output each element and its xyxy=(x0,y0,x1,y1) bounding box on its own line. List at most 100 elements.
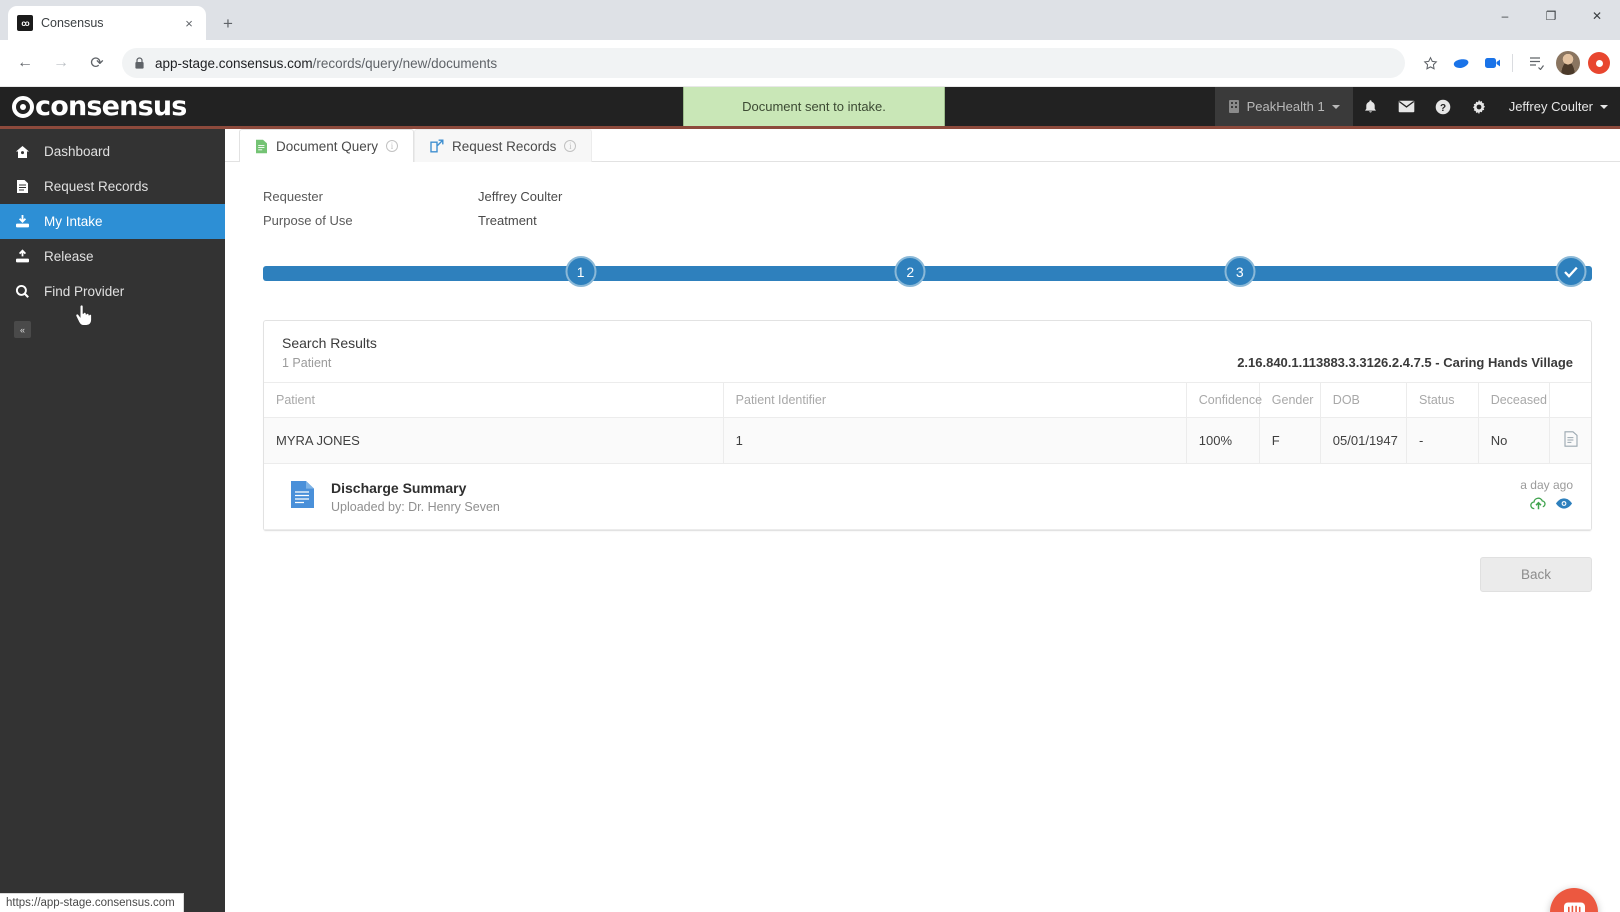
meta-label: Requester xyxy=(263,188,323,204)
intercom-chat-button[interactable] xyxy=(1550,888,1598,912)
envelope-icon[interactable] xyxy=(1389,87,1425,126)
org-switcher[interactable]: PeakHealth 1 xyxy=(1214,87,1353,126)
document-actions xyxy=(1520,497,1573,515)
close-icon[interactable]: × xyxy=(181,15,197,31)
address-bar[interactable]: app-stage.consensus.com/records/query/ne… xyxy=(122,48,1405,78)
meta-label: Purpose of Use xyxy=(263,212,353,228)
organization-oid: 2.16.840.1.113883.3.3126.2.4.7.5 - Carin… xyxy=(1237,355,1573,370)
cell-deceased: No xyxy=(1477,417,1550,464)
app-logo[interactable]: consensus xyxy=(0,91,187,122)
cell-status: - xyxy=(1406,417,1479,464)
chevron-down-icon xyxy=(1331,104,1340,109)
url-text: app-stage.consensus.com/records/query/ne… xyxy=(155,55,498,71)
app-body: Dashboard Request Records My Intake Rele… xyxy=(0,129,1620,912)
toolbar-divider xyxy=(1512,54,1513,72)
sidebar-item-request-records[interactable]: Request Records xyxy=(0,169,225,204)
column-header-patient[interactable]: Patient xyxy=(264,382,724,418)
sidebar-item-label: Dashboard xyxy=(44,144,111,159)
table-header-row: Patient Patient Identifier Confidence Ge… xyxy=(264,382,1591,418)
cell-actions[interactable] xyxy=(1549,417,1591,464)
document-name: Discharge Summary xyxy=(331,479,467,496)
results-table: Patient Patient Identifier Confidence Ge… xyxy=(264,382,1591,464)
info-icon[interactable]: i xyxy=(386,140,399,152)
cloud-upload-icon[interactable] xyxy=(1530,497,1547,515)
tab-request-records[interactable]: Request Records i xyxy=(414,129,593,162)
eye-icon[interactable] xyxy=(1555,497,1573,515)
svg-text:?: ? xyxy=(1440,102,1446,113)
document-icon xyxy=(14,179,31,194)
app-logo-text: consensus xyxy=(35,91,187,122)
new-tab-button[interactable]: + xyxy=(214,9,242,37)
progress-step-3[interactable]: 3 xyxy=(1224,256,1256,287)
document-row[interactable]: Discharge Summary Uploaded by: Dr. Henry… xyxy=(264,464,1591,530)
bell-icon[interactable] xyxy=(1353,87,1389,126)
toast-notification: Document sent to intake. xyxy=(683,87,945,126)
sidebar-collapse-button[interactable]: « xyxy=(14,321,31,338)
meta-row-requester: Requester Jeffrey Coulter xyxy=(263,184,1620,208)
green-document-icon xyxy=(256,139,267,153)
table-row[interactable]: MYRA JONES 1 100% F 05/01/1947 - No xyxy=(264,417,1591,464)
extension-pen-icon[interactable] xyxy=(1447,49,1475,77)
column-header-status[interactable]: Status xyxy=(1406,382,1479,418)
cell-patient-identifier: 1 xyxy=(722,417,1187,464)
back-button[interactable]: Back xyxy=(1479,557,1592,592)
tab-document-query[interactable]: Document Query i xyxy=(239,129,415,162)
inbox-download-icon xyxy=(14,214,31,229)
profile-avatar[interactable] xyxy=(1556,51,1580,75)
external-link-icon xyxy=(430,139,444,153)
tab-label: Request Records xyxy=(452,138,557,154)
cell-gender: F xyxy=(1258,417,1321,464)
forward-icon[interactable]: → xyxy=(46,48,76,78)
column-header-patient-identifier[interactable]: Patient Identifier xyxy=(722,382,1187,418)
request-meta: Requester Jeffrey Coulter Purpose of Use… xyxy=(225,162,1620,232)
chevron-down-icon xyxy=(1600,104,1608,109)
search-results-header: Search Results 1 Patient 2.16.840.1.1138… xyxy=(264,321,1591,382)
intercom-chat-icon xyxy=(1563,902,1585,912)
back-icon[interactable]: ← xyxy=(10,48,40,78)
user-menu[interactable]: Jeffrey Coulter xyxy=(1497,99,1608,114)
video-camera-icon[interactable] xyxy=(1478,49,1506,77)
minimize-icon[interactable]: – xyxy=(1482,0,1528,32)
progress-step-1[interactable]: 1 xyxy=(565,256,597,287)
reading-list-icon[interactable] xyxy=(1522,49,1550,77)
browser-tab[interactable]: co Consensus × xyxy=(8,6,206,40)
window-controls: – ❐ ✕ xyxy=(1482,0,1620,32)
column-header-dob[interactable]: DOB xyxy=(1319,382,1407,418)
meta-value: Treatment xyxy=(478,212,537,228)
sidebar: Dashboard Request Records My Intake Rele… xyxy=(0,129,225,912)
progress-step-2[interactable]: 2 xyxy=(894,256,926,287)
blue-document-icon xyxy=(290,480,315,514)
tab-label: Document Query xyxy=(276,138,379,154)
column-header-confidence[interactable]: Confidence xyxy=(1185,382,1262,418)
gear-icon[interactable] xyxy=(1461,87,1497,126)
help-circle-icon[interactable]: ? xyxy=(1425,87,1461,126)
maximize-icon[interactable]: ❐ xyxy=(1528,0,1574,32)
reload-icon[interactable]: ⟳ xyxy=(82,48,112,78)
sidebar-item-label: Release xyxy=(44,249,94,264)
sidebar-item-dashboard[interactable]: Dashboard xyxy=(0,134,225,169)
document-meta: a day ago xyxy=(1520,478,1573,515)
progress-bar-track xyxy=(263,266,1592,281)
sidebar-item-label: My Intake xyxy=(44,214,103,229)
search-results-card: Search Results 1 Patient 2.16.840.1.1138… xyxy=(263,320,1592,531)
content-tabs: Document Query i Request Records i xyxy=(225,129,1620,162)
sidebar-item-label: Request Records xyxy=(44,179,149,194)
sidebar-item-label: Find Provider xyxy=(44,284,125,299)
footer-actions: Back xyxy=(225,557,1592,592)
cell-confidence: 100% xyxy=(1185,417,1260,464)
sidebar-item-release[interactable]: Release xyxy=(0,239,225,274)
browser-tab-bar: co Consensus × + – ❐ ✕ xyxy=(0,0,1620,40)
progress-step-complete[interactable] xyxy=(1555,256,1587,287)
logo-mark-icon xyxy=(12,95,34,118)
column-header-gender[interactable]: Gender xyxy=(1258,382,1321,418)
app-header: consensus Document sent to intake. PeakH… xyxy=(0,87,1620,129)
info-icon[interactable]: i xyxy=(564,140,577,152)
sidebar-item-find-provider[interactable]: Find Provider xyxy=(0,274,225,309)
bookmark-star-icon[interactable] xyxy=(1416,49,1444,77)
progress-stepper: 1 2 3 xyxy=(263,256,1592,292)
sidebar-item-my-intake[interactable]: My Intake xyxy=(0,204,225,239)
patient-count: 1 Patient xyxy=(282,356,332,370)
record-icon[interactable] xyxy=(1588,52,1610,74)
window-close-icon[interactable]: ✕ xyxy=(1574,0,1620,32)
column-header-deceased[interactable]: Deceased xyxy=(1477,382,1550,418)
